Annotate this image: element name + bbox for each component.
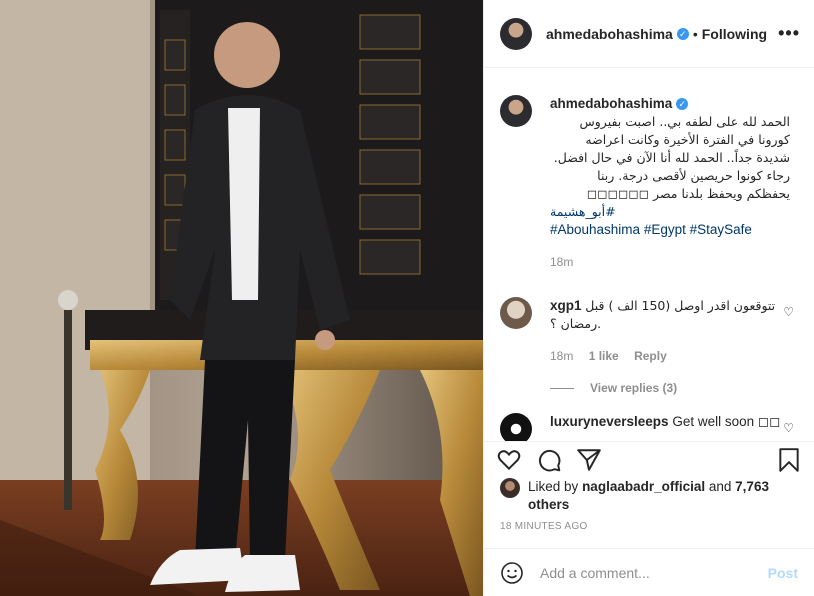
author-username[interactable]: ahmedabohashima xyxy=(546,26,673,42)
verified-badge-icon: ✓ xyxy=(676,27,689,40)
like-comment-heart-icon[interactable]: ♡ xyxy=(783,305,794,319)
commenter-avatar[interactable] xyxy=(500,413,532,441)
replies-line xyxy=(550,387,574,389)
post-header: ahmedabohashima ✓ • Following ••• xyxy=(484,0,814,68)
comment-likes[interactable]: 1 like xyxy=(589,349,619,363)
photo-illustration xyxy=(0,0,483,596)
hashtag-arabic[interactable]: #أبو_هشيمة xyxy=(550,203,790,221)
caption-time[interactable]: 18m xyxy=(550,255,573,269)
liked-by-and: and xyxy=(708,479,732,494)
liked-by: Liked by naglaabadr_official and 7,763 o… xyxy=(500,478,798,514)
comment-username[interactable]: luxuryneversleeps xyxy=(550,414,669,429)
comment-body: luxuryneversleeps Get well soon ◻◻ xyxy=(550,413,790,441)
hashtags[interactable]: #Abouhashima #Egypt #StaySafe xyxy=(550,221,790,239)
comment-text: تتوقعون اقدر اوصل (150 الف ) قبل رمضان ؟… xyxy=(550,298,776,331)
caption-username[interactable]: ahmedabohashima xyxy=(550,96,672,111)
comments-area[interactable]: ahmedabohashima ✓ الحمد لله على لطفه بي..… xyxy=(484,69,814,441)
like-comment-heart-icon[interactable]: ♡ xyxy=(783,421,794,435)
add-comment-bar: Add a comment... Post xyxy=(484,548,814,596)
post-photo[interactable] xyxy=(0,0,483,596)
post-comment-button[interactable]: Post xyxy=(768,565,798,581)
post-side-panel: ahmedabohashima ✓ • Following ••• ahmeda… xyxy=(483,0,814,596)
caption-body: ahmedabohashima ✓ الحمد لله على لطفه بي..… xyxy=(550,95,790,271)
comment-bubble-icon[interactable] xyxy=(536,447,562,473)
comment-input[interactable]: Add a comment... xyxy=(540,565,768,581)
like-heart-icon[interactable] xyxy=(496,447,522,473)
liker-avatar[interactable] xyxy=(500,478,520,498)
verified-badge-icon: ✓ xyxy=(676,98,689,110)
liked-by-text: Liked by naglaabadr_official and 7,763 o… xyxy=(528,478,798,514)
caption-avatar[interactable] xyxy=(500,95,532,127)
commenter-avatar[interactable] xyxy=(500,297,532,329)
separator-dot: • xyxy=(692,25,698,42)
comment-text: Get well soon ◻◻ xyxy=(672,414,781,429)
caption: ahmedabohashima ✓ الحمد لله على لطفه بي..… xyxy=(500,95,798,271)
action-bar xyxy=(484,441,814,477)
comment-username[interactable]: xgp1 xyxy=(550,298,582,313)
caption-text: الحمد لله على لطفه بي.. اصبت بفيروس كورو… xyxy=(553,114,790,201)
comment-time[interactable]: 18m xyxy=(550,349,573,363)
comment-item: luxuryneversleeps Get well soon ◻◻ ♡ xyxy=(500,413,798,441)
share-paper-plane-icon[interactable] xyxy=(576,447,602,473)
liked-by-prefix: Liked by xyxy=(528,479,579,494)
post-time-ago[interactable]: 18 MINUTES AGO xyxy=(500,521,588,532)
comment-meta: 18m 1 like Reply xyxy=(550,347,790,365)
more-options-icon[interactable]: ••• xyxy=(778,23,800,44)
reply-button[interactable]: Reply xyxy=(634,349,667,363)
comment-body: xgp1 تتوقعون اقدر اوصل (150 الف ) قبل رم… xyxy=(550,297,790,365)
save-bookmark-icon[interactable] xyxy=(776,447,802,473)
author-avatar[interactable] xyxy=(500,17,532,50)
view-replies[interactable]: View replies (3) xyxy=(550,381,798,395)
emoji-icon[interactable] xyxy=(500,561,524,585)
view-replies-label[interactable]: View replies (3) xyxy=(590,381,677,395)
comment-item: xgp1 تتوقعون اقدر اوصل (150 الف ) قبل رم… xyxy=(500,297,798,365)
caption-meta: 18m xyxy=(550,253,790,271)
following-button[interactable]: Following xyxy=(702,26,767,42)
liked-by-user[interactable]: naglaabadr_official xyxy=(582,479,705,494)
